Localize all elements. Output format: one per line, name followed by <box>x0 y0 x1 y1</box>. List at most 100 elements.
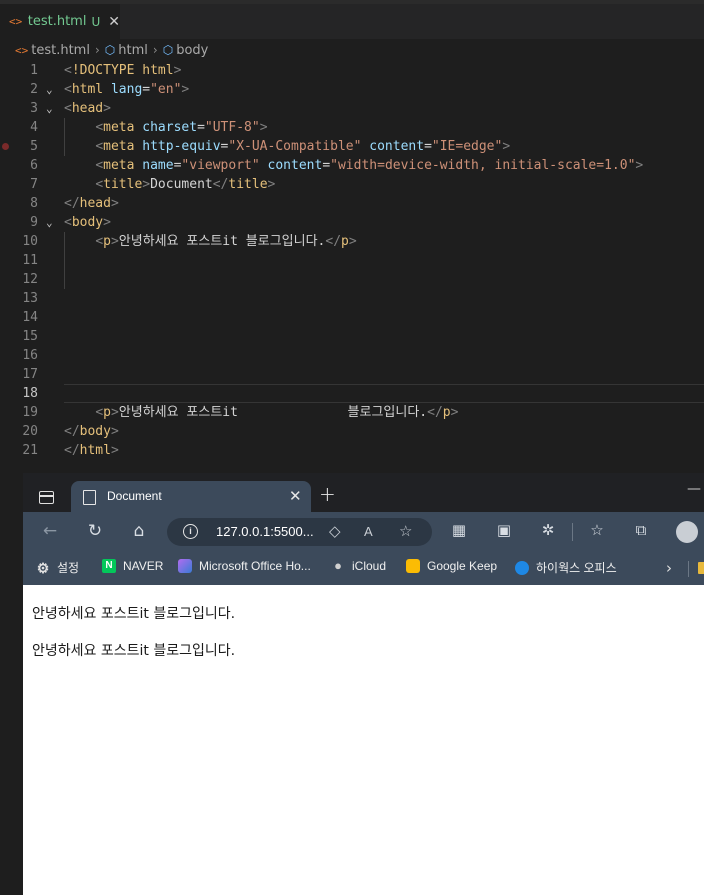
code-line[interactable]: 3 ⌄ <head> <box>0 99 704 118</box>
code-token: "UTF-8" <box>204 120 260 135</box>
html-file-icon: <> <box>15 43 29 57</box>
chevron-down-icon[interactable]: ⌄ <box>46 213 53 232</box>
code-token: "en" <box>150 82 182 97</box>
code-token: meta <box>103 120 135 135</box>
home-icon[interactable]: ⌂ <box>128 521 150 541</box>
folder-icon[interactable] <box>698 562 704 574</box>
code-line[interactable]: 11 <box>0 251 704 270</box>
line-number: 1 <box>30 63 38 78</box>
code-token: meta <box>103 158 135 173</box>
code-token: > <box>267 177 276 192</box>
bookmark-settings[interactable]: ⚙ 설정 <box>36 559 79 576</box>
line-number: 9 <box>30 215 38 230</box>
document-icon <box>83 490 96 505</box>
code-token: < <box>64 101 72 116</box>
browser-tab-document[interactable]: Document ✕ <box>71 481 311 512</box>
minimize-icon[interactable]: — <box>687 481 701 497</box>
code-line[interactable]: 1 <!DOCTYPE html> <box>0 61 704 80</box>
line-number: 3 <box>30 101 38 116</box>
code-line[interactable]: 19 <p>안녕하세요 포스트it 블로그입니다.</p> <box>0 403 704 422</box>
bookmark-hiworks[interactable]: 하이웍스 오피스 <box>515 559 617 576</box>
bookmark-office[interactable]: Microsoft Office Ho... <box>178 559 311 573</box>
code-line[interactable]: 6 <meta name="viewport" content="width=d… <box>0 156 704 175</box>
breadcrumb-item-file[interactable]: test.html <box>31 43 90 58</box>
chevron-down-icon[interactable]: ⌄ <box>46 80 53 99</box>
bookmark-google-keep[interactable]: Google Keep <box>406 559 497 573</box>
bookmark-naver[interactable]: N NAVER <box>102 559 163 573</box>
editor-tab-test-html[interactable]: <> test.html U ✕ <box>0 4 120 39</box>
address-bar[interactable]: i 127.0.0.1:5500... ◇ A ☆ <box>167 518 432 546</box>
add-favorite-icon[interactable]: ☆ <box>399 522 412 540</box>
code-token: body <box>71 215 104 230</box>
code-line[interactable]: 2 ⌄ <html lang="en"> <box>0 80 704 99</box>
code-line[interactable]: 17 <box>0 365 704 384</box>
info-icon[interactable]: i <box>183 524 198 539</box>
close-icon[interactable]: ✕ <box>108 14 120 30</box>
code-token: = <box>322 158 331 173</box>
tab-collections-icon[interactable]: ⧉ <box>630 521 652 539</box>
refresh-icon[interactable]: ↻ <box>84 521 106 541</box>
code-line[interactable]: 5 <meta http-equiv = "X-UA-Compatible" con… <box>0 137 704 156</box>
url-text: 127.0.0.1:5500... <box>216 524 314 539</box>
code-token: > <box>259 120 268 135</box>
code-token: > <box>110 424 119 439</box>
line-number: 8 <box>30 196 38 211</box>
back-arrow-icon[interactable]: ← <box>39 521 61 541</box>
code-line[interactable]: 10 <p>안녕하세요 포스트it 블로그입니다.</p> <box>0 232 704 251</box>
code-line[interactable]: 8 </head> <box>0 194 704 213</box>
tab-filename: test.html <box>27 14 87 29</box>
paragraph-2: 안녕하세요 포스트it 블로그입니다. <box>32 643 236 659</box>
new-tab-icon[interactable]: + <box>319 482 336 506</box>
code-line[interactable]: 16 <box>0 346 704 365</box>
page-content: 안녕하세요 포스트it 블로그입니다. 안녕하세요 포스트it 블로그입니다. <box>23 585 704 895</box>
code-line[interactable]: 18 <box>0 384 704 403</box>
code-token: p <box>103 405 111 420</box>
code-line[interactable]: 21 </html> <box>0 441 704 460</box>
code-token: "IE=edge" <box>431 139 503 154</box>
collections-icon[interactable]: ▦ <box>448 521 470 539</box>
tab-status-badge: U <box>91 14 101 29</box>
code-line[interactable]: 7 <title>Document</title> <box>0 175 704 194</box>
breadcrumb-item-body[interactable]: body <box>176 43 208 58</box>
chevron-down-icon[interactable]: ⌄ <box>46 99 53 118</box>
code-token: > <box>103 101 111 116</box>
line-number: 11 <box>22 253 38 268</box>
code-text: <html lang="en"> <box>64 80 189 99</box>
code-line[interactable]: 20 </body> <box>0 422 704 441</box>
line-number: 5 <box>30 139 38 154</box>
code-token: > <box>142 177 151 192</box>
code-token: < <box>64 63 72 78</box>
tab-actions-icon[interactable] <box>39 491 54 504</box>
tag-icon[interactable]: ◇ <box>329 522 341 540</box>
breadcrumb-item-html[interactable]: html <box>118 43 148 58</box>
code-token: http-equiv <box>134 139 221 154</box>
code-token: </ <box>325 234 342 249</box>
avatar[interactable] <box>676 521 698 543</box>
code-token: html <box>71 82 104 97</box>
code-line[interactable]: 9 ⌄ <body> <box>0 213 704 232</box>
favorites-icon[interactable]: ☆ <box>586 521 608 539</box>
office-icon <box>178 559 192 573</box>
apple-icon: ● <box>334 558 342 573</box>
screen-cast-icon[interactable]: ▣ <box>493 521 515 539</box>
code-line[interactable]: 14 <box>0 308 704 327</box>
close-icon[interactable]: ✕ <box>289 487 302 505</box>
bookmark-icloud[interactable]: ● iCloud <box>331 558 386 574</box>
extensions-icon[interactable]: ✲ <box>537 521 559 539</box>
code-text: <body> <box>64 213 111 232</box>
code-line[interactable]: 15 <box>0 327 704 346</box>
code-lines[interactable]: 1 <!DOCTYPE html> 2 ⌄ <html lang="en"> 3 ⌄ <hea… <box>0 61 704 460</box>
code-token: p <box>103 234 111 249</box>
chevron-right-icon[interactable]: › <box>666 559 672 577</box>
bookmark-label: 하이웍스 오피스 <box>536 561 617 575</box>
line-number: 20 <box>22 424 38 439</box>
code-line[interactable]: 4 <meta charset="UTF-8"> <box>0 118 704 137</box>
html-file-icon: <> <box>9 15 23 28</box>
code-token: charset <box>134 120 198 135</box>
code-line[interactable]: 13 <box>0 289 704 308</box>
read-aloud-icon[interactable]: A <box>364 524 373 539</box>
paragraph-1: 안녕하세요 포스트it 블로그입니다. <box>32 606 236 622</box>
code-line[interactable]: 12 <box>0 270 704 289</box>
code-token: < <box>95 158 104 173</box>
